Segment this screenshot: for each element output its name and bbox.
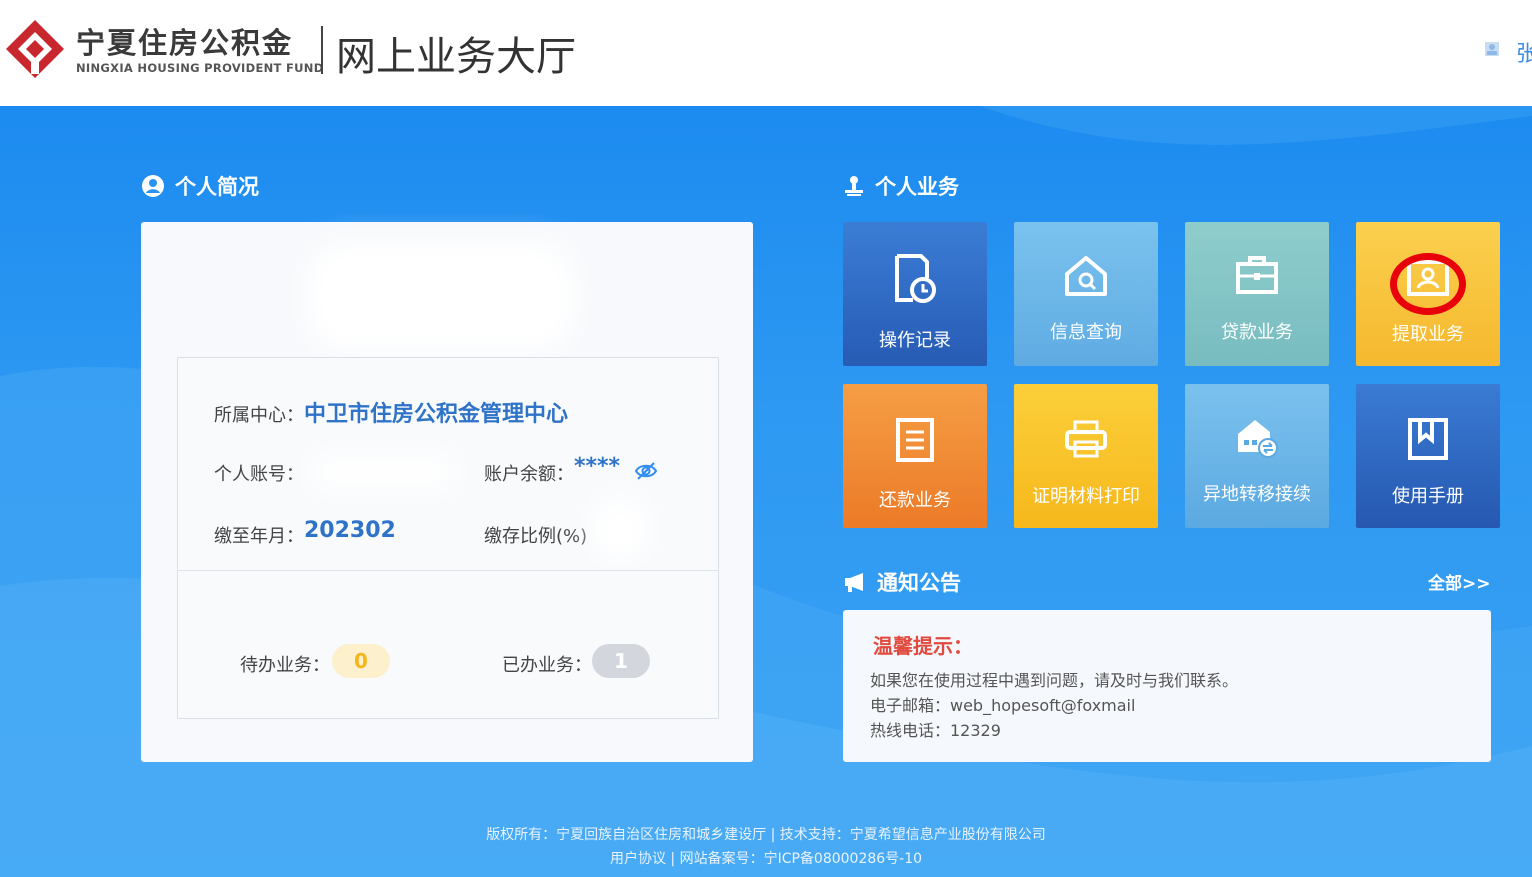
- tile-info-query[interactable]: 信息查询: [1014, 222, 1158, 366]
- avatar-redacted: [306, 242, 576, 352]
- footer-icp[interactable]: 用户协议 | 网站备案号：宁ICP备08000286号-10: [0, 848, 1532, 868]
- balance-masked-value: ****: [574, 454, 621, 479]
- profile-section-title: 个人简况: [141, 171, 259, 201]
- tile-label: 贷款业务: [1221, 322, 1293, 343]
- business-section-title: 个人业务: [843, 171, 959, 201]
- house-search-icon: [1065, 256, 1107, 296]
- user-name-link[interactable]: 张: [1516, 36, 1532, 68]
- notice-heading: 温馨提示：: [873, 634, 973, 658]
- profile-card: 所属中心：中卫市住房公积金管理中心 个人账号： 账户余额： **** 缴至年月：…: [141, 222, 753, 762]
- info-divider: [178, 570, 718, 571]
- tile-operation-records[interactable]: 操作记录: [843, 222, 987, 366]
- tile-label: 还款业务: [879, 490, 951, 511]
- tile-label: 提取业务: [1392, 324, 1464, 345]
- pending-label: 待办业务：: [240, 655, 330, 676]
- printer-icon: [1065, 420, 1107, 458]
- notice-line-email: 电子邮箱：web_hopesoft@foxmail: [870, 696, 1136, 715]
- notice-more-link[interactable]: 全部>>: [1428, 569, 1491, 594]
- megaphone-icon: [845, 573, 863, 592]
- done-label: 已办业务：: [502, 655, 592, 676]
- tile-certificate-print[interactable]: 证明材料打印: [1014, 384, 1158, 528]
- tile-label: 信息查询: [1050, 322, 1122, 343]
- person-circle-icon: [142, 175, 164, 197]
- ledger-icon: [896, 418, 934, 462]
- top-header: 宁夏住房公积金 NINGXIA HOUSING PROVIDENT FUND 网…: [0, 0, 1532, 106]
- user-icon: [1485, 42, 1499, 56]
- center-label: 所属中心：: [214, 405, 304, 426]
- ratio-value-redacted: [590, 496, 650, 562]
- footer-copyright: 版权所有：宁夏回族自治区住房和城乡建设厅 | 技术支持：宁夏希望信息产业股份有限…: [486, 827, 1046, 843]
- profile-section-label: 个人简况: [175, 175, 259, 199]
- notice-line-hotline: 热线电话：12329: [870, 721, 1001, 740]
- account-label: 个人账号：: [214, 464, 304, 485]
- center-row: 所属中心：中卫市住房公积金管理中心: [214, 396, 568, 428]
- bookmark-book-icon: [1408, 418, 1448, 460]
- paid-until-label: 缴至年月：: [214, 526, 304, 547]
- balance-label: 账户余额：: [484, 464, 574, 485]
- tile-repayment-business[interactable]: 还款业务: [843, 384, 987, 528]
- tile-cross-region-transfer[interactable]: 异地转移接续: [1185, 384, 1329, 528]
- logo-divider: [321, 26, 323, 74]
- highlight-circle: [1390, 253, 1466, 315]
- briefcase-icon: [1236, 256, 1278, 294]
- eye-hidden-icon[interactable]: [634, 461, 658, 481]
- business-section-label: 个人业务: [875, 175, 959, 199]
- document-clock-icon: [895, 254, 936, 303]
- site-title: 网上业务大厅: [336, 34, 576, 80]
- notice-section-title: 通知公告: [843, 567, 961, 597]
- account-number-redacted: [308, 454, 458, 490]
- stamp-person-icon: [845, 176, 863, 196]
- tile-label: 使用手册: [1392, 486, 1464, 507]
- logo-chinese-name: 宁夏住房公积金: [76, 26, 294, 60]
- tile-label: 证明材料打印: [1032, 486, 1140, 507]
- notice-section-label: 通知公告: [877, 571, 961, 595]
- notice-line-contact: 如果您在使用过程中遇到问题，请及时与我们联系。: [870, 671, 1239, 690]
- house-transfer-icon: [1238, 420, 1278, 458]
- done-count-badge[interactable]: 1: [592, 644, 650, 678]
- tile-label: 操作记录: [879, 330, 951, 351]
- profile-info-box: 所属中心：中卫市住房公积金管理中心 个人账号： 账户余额： **** 缴至年月：…: [177, 357, 719, 719]
- paid-until-value: 202302: [304, 518, 396, 543]
- tile-loan-business[interactable]: 贷款业务: [1185, 222, 1329, 366]
- notice-card: 温馨提示： 如果您在使用过程中遇到问题，请及时与我们联系。 电子邮箱：web_h…: [843, 610, 1491, 762]
- center-value: 中卫市住房公积金管理中心: [304, 402, 569, 427]
- pending-count-badge[interactable]: 0: [332, 644, 390, 678]
- logo-english-name: NINGXIA HOUSING PROVIDENT FUND: [76, 61, 324, 75]
- housing-fund-logo-icon: [6, 20, 64, 78]
- tile-label: 异地转移接续: [1203, 484, 1311, 505]
- tile-user-manual[interactable]: 使用手册: [1356, 384, 1500, 528]
- ratio-label: 缴存比例(%): [484, 526, 588, 547]
